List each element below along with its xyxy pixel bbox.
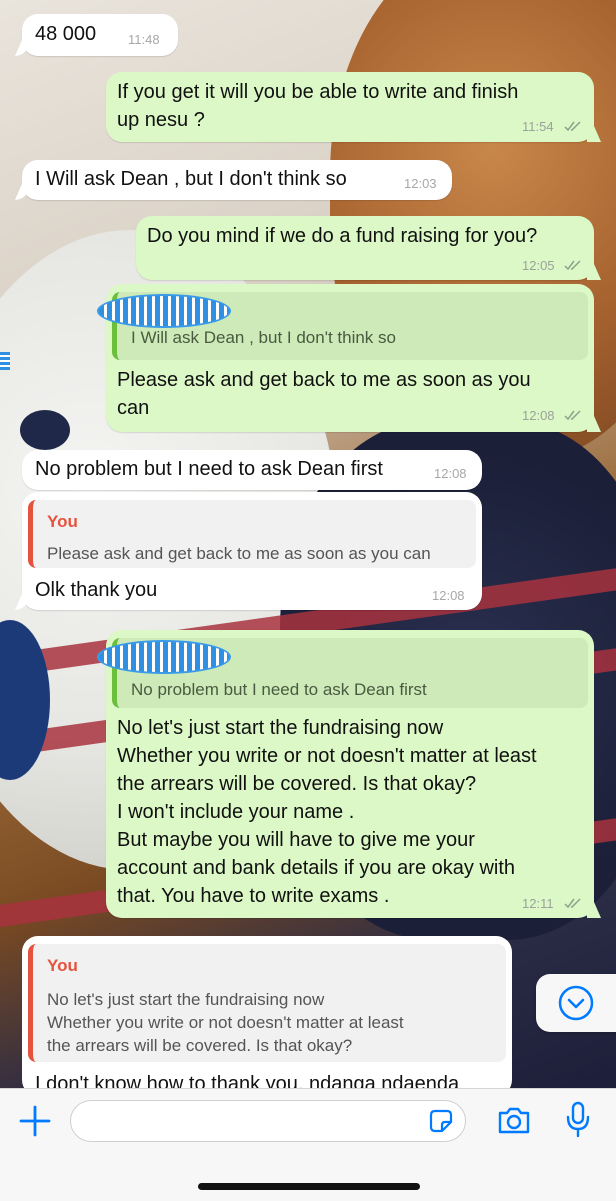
message-time: 12:08 [432, 588, 465, 603]
chevron-down-circle-icon [558, 985, 594, 1021]
message-text: Do you mind if we do a fund raising for … [147, 225, 538, 247]
message-text: If you get it will you be able to write … [117, 81, 519, 131]
read-ticks-icon [564, 260, 581, 271]
message-text: Please ask and get back to me as soon as… [117, 369, 531, 419]
message-time: 12:03 [404, 176, 437, 191]
plus-icon[interactable] [18, 1104, 52, 1138]
quoted-author: You [47, 512, 78, 531]
message-incoming-reply[interactable]: You No let's just start the fundraising … [22, 936, 512, 1096]
read-ticks-icon [564, 898, 581, 909]
message-text: No let's just start the fundraising now … [117, 717, 537, 907]
message-incoming-reply[interactable]: You Please ask and get back to me as soo… [15, 492, 482, 610]
sticker-icon[interactable] [427, 1107, 455, 1135]
sticker-badge-icon [97, 294, 231, 328]
scroll-to-bottom-button[interactable] [536, 974, 616, 1032]
quoted-text: I Will ask Dean , but I don't think so [131, 328, 396, 347]
camera-icon[interactable] [496, 1104, 532, 1136]
message-time: 11:48 [128, 32, 160, 47]
message-text: 48 000 [35, 23, 97, 45]
home-indicator [198, 1183, 420, 1190]
message-time: 12:08 [522, 408, 555, 423]
message-outgoing[interactable]: Do you mind if we do a fund raising for … [136, 216, 601, 280]
sticker-badge-icon [97, 640, 231, 674]
message-time: 12:05 [522, 258, 555, 273]
message-input[interactable] [70, 1100, 466, 1142]
quoted-message[interactable]: You No let's just start the fundraising … [28, 944, 506, 1062]
microphone-icon[interactable] [564, 1101, 592, 1139]
quoted-message[interactable]: You Please ask and get back to me as soo… [28, 500, 476, 568]
message-text: I Will ask Dean , but I don't think so [35, 168, 347, 190]
partial-sticker-icon [0, 352, 10, 370]
message-time: 12:08 [434, 466, 467, 481]
message-time: 11:54 [522, 119, 554, 134]
message-time: 12:11 [522, 896, 554, 911]
quoted-author: You [47, 956, 78, 975]
quoted-text: No problem but I need to ask Dean first [131, 680, 427, 699]
message-incoming[interactable]: 48 000 11:48 [15, 14, 178, 56]
quoted-text: Please ask and get back to me as soon as… [47, 544, 431, 563]
message-incoming[interactable]: No problem but I need to ask Dean first … [22, 450, 482, 490]
message-text: Olk thank you [35, 579, 158, 601]
message-incoming[interactable]: I Will ask Dean , but I don't think so 1… [15, 160, 452, 200]
read-ticks-icon [564, 410, 581, 421]
read-ticks-icon [564, 121, 581, 132]
message-text: No problem but I need to ask Dean first [35, 458, 383, 480]
quoted-text: No let's just start the fundraising now … [47, 990, 404, 1055]
message-outgoing[interactable]: If you get it will you be able to write … [106, 72, 601, 142]
